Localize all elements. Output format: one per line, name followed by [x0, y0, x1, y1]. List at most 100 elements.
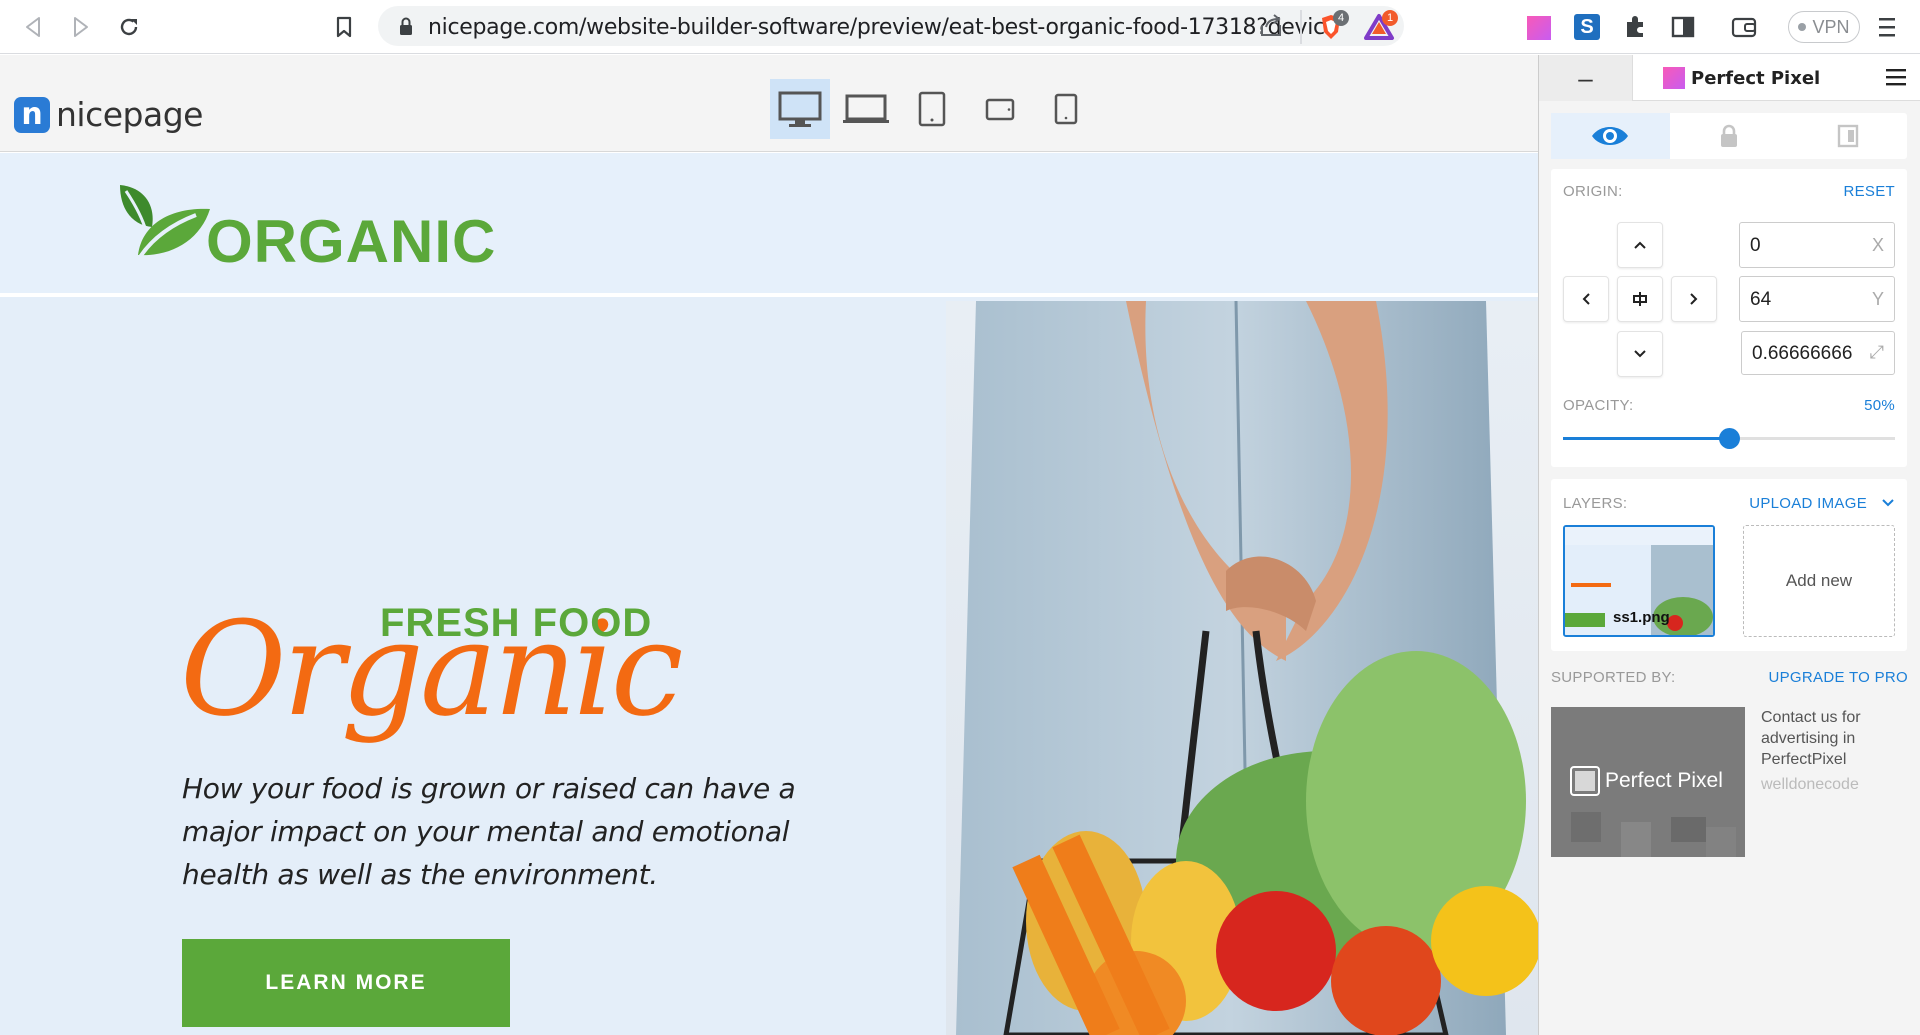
browser-menu-icon[interactable] [1876, 14, 1898, 45]
nicepage-logo-text: nicepage [56, 95, 203, 134]
supported-by-label: SUPPORTED BY: [1551, 669, 1676, 686]
lock-icon [398, 16, 414, 41]
mode-tabs [1551, 113, 1907, 159]
brave-rewards-icon[interactable]: 1 [1364, 10, 1398, 42]
perfect-pixel-header: – Perfect Pixel [1539, 55, 1920, 101]
invert-icon [1837, 124, 1858, 148]
desktop-icon [778, 91, 822, 127]
x-field[interactable]: 0 X [1739, 222, 1895, 268]
move-left-button[interactable] [1563, 276, 1609, 322]
s-extension-icon[interactable]: S [1574, 14, 1600, 40]
site-logo-text[interactable]: ORGANIC [206, 207, 496, 276]
opacity-slider-handle[interactable] [1719, 428, 1740, 449]
browser-toolbar: nicepage.com/website-builder-software/pr… [0, 0, 1920, 54]
nicepage-preview-bar: n nicepage [0, 55, 1538, 152]
ad-banner[interactable]: Perfect Pixel [1551, 707, 1745, 857]
upload-image-link[interactable]: UPLOAD IMAGE [1749, 495, 1867, 512]
move-up-button[interactable] [1617, 222, 1663, 268]
vpn-button[interactable]: VPN [1788, 11, 1860, 43]
opacity-slider[interactable] [1563, 428, 1895, 449]
nicepage-logo-mark: n [14, 96, 50, 133]
reset-link[interactable]: RESET [1843, 183, 1895, 200]
ad-text-block: Contact us for advertising in PerfectPix… [1761, 707, 1911, 795]
add-new-layer-button[interactable]: Add new [1743, 525, 1895, 637]
chevron-down-icon[interactable] [1881, 495, 1895, 513]
hero-photo [946, 301, 1538, 1035]
chevron-left-icon [1582, 293, 1590, 305]
share-icon[interactable] [1258, 13, 1284, 44]
hero-description: How your food is grown or raised can hav… [182, 772, 796, 891]
hamburger-menu-icon[interactable] [1885, 67, 1907, 87]
opacity-label: OPACITY: [1563, 397, 1634, 414]
layer-filename: ss1.png [1613, 609, 1670, 626]
site-header: ORGANIC [0, 153, 1538, 297]
address-bar[interactable]: nicepage.com/website-builder-software/pr… [378, 6, 1404, 46]
scale-value: 0.66666666 [1752, 343, 1853, 364]
device-tablet-landscape-button[interactable] [978, 79, 1022, 139]
x-value: 0 [1750, 235, 1761, 256]
x-unit: X [1871, 235, 1884, 255]
vpn-label: VPN [1812, 16, 1850, 37]
chevron-down-icon [1634, 350, 1646, 358]
origin-label: ORIGIN: [1563, 183, 1623, 200]
back-icon[interactable] [18, 12, 48, 42]
perfect-pixel-logo-icon [1663, 67, 1685, 89]
reload-icon[interactable] [114, 12, 144, 42]
tablet-landscape-icon [985, 98, 1015, 121]
tab-lock[interactable] [1670, 113, 1789, 159]
perfect-pixel-title: Perfect Pixel [1691, 68, 1821, 89]
laptop-icon [843, 94, 889, 123]
origin-card: ORIGIN: RESET 0 X 64 Y 0.66666666 ⤢ OPAC… [1551, 169, 1907, 467]
leaf-logo-icon[interactable] [112, 179, 212, 270]
brave-shields-icon[interactable]: 4 [1316, 10, 1349, 42]
layer-thumbnail[interactable]: ss1.png [1563, 525, 1715, 637]
url-text[interactable]: nicepage.com/website-builder-software/pr… [428, 15, 1328, 40]
resize-icon: ⤢ [1869, 342, 1884, 362]
website-preview: ORGANIC Organic FRESH FOOD How your food… [0, 153, 1538, 1035]
minimize-button[interactable]: – [1539, 55, 1633, 101]
brave-shields-badge: 4 [1333, 10, 1349, 26]
tab-invert[interactable] [1788, 113, 1907, 159]
brave-rewards-badge: 1 [1382, 10, 1398, 26]
layers-card: LAYERS: UPLOAD IMAGE ss1.png Add new [1551, 479, 1907, 651]
y-value: 64 [1750, 289, 1772, 310]
wallet-icon[interactable] [1730, 14, 1758, 45]
perfect-pixel-extension-icon[interactable] [1527, 16, 1551, 40]
lock-icon [1721, 124, 1737, 147]
chevron-up-icon [1634, 241, 1646, 249]
device-tablet-button[interactable] [912, 79, 952, 139]
learn-more-button[interactable]: LEARN MORE [182, 939, 510, 1027]
opacity-value: 50% [1864, 397, 1895, 414]
chevron-right-icon [1690, 293, 1698, 305]
device-laptop-button[interactable] [840, 79, 892, 139]
sidebar-toggle-icon[interactable] [1670, 14, 1696, 45]
toolbar-divider [1300, 10, 1302, 44]
phone-icon [1054, 93, 1078, 125]
move-right-button[interactable] [1671, 276, 1717, 322]
center-button[interactable] [1617, 276, 1663, 322]
ad-logo-text: Perfect Pixel [1605, 769, 1723, 792]
screen: nicepage.com/website-builder-software/pr… [0, 0, 1920, 1035]
move-down-button[interactable] [1617, 331, 1663, 377]
opacity-slider-fill [1563, 437, 1729, 440]
scale-field[interactable]: 0.66666666 ⤢ [1741, 331, 1895, 375]
device-desktop-button[interactable] [770, 79, 830, 139]
tablet-icon [918, 91, 946, 127]
fresh-food-heading: FRESH FOOD [380, 601, 653, 645]
eye-icon [1592, 127, 1629, 145]
device-phone-button[interactable] [1046, 79, 1086, 139]
tab-visibility[interactable] [1551, 113, 1670, 159]
y-unit: Y [1871, 289, 1884, 309]
y-field[interactable]: 64 Y [1739, 276, 1895, 322]
perfect-pixel-panel: – Perfect Pixel ORIGIN: RESET 0 X 64 Y 0… [1538, 55, 1920, 1035]
upgrade-to-pro-link[interactable]: UPGRADE TO PRO [1768, 669, 1908, 686]
nicepage-logo[interactable]: n nicepage [14, 95, 203, 134]
center-icon [1633, 292, 1647, 306]
forward-icon[interactable] [66, 12, 96, 42]
extensions-puzzle-icon[interactable] [1622, 14, 1648, 45]
ad-author[interactable]: welldonecode [1761, 774, 1911, 795]
layers-label: LAYERS: [1563, 495, 1628, 512]
ad-text: Contact us for advertising in PerfectPix… [1761, 709, 1861, 768]
vpn-status-dot [1798, 23, 1807, 31]
bookmark-icon[interactable] [329, 12, 359, 42]
